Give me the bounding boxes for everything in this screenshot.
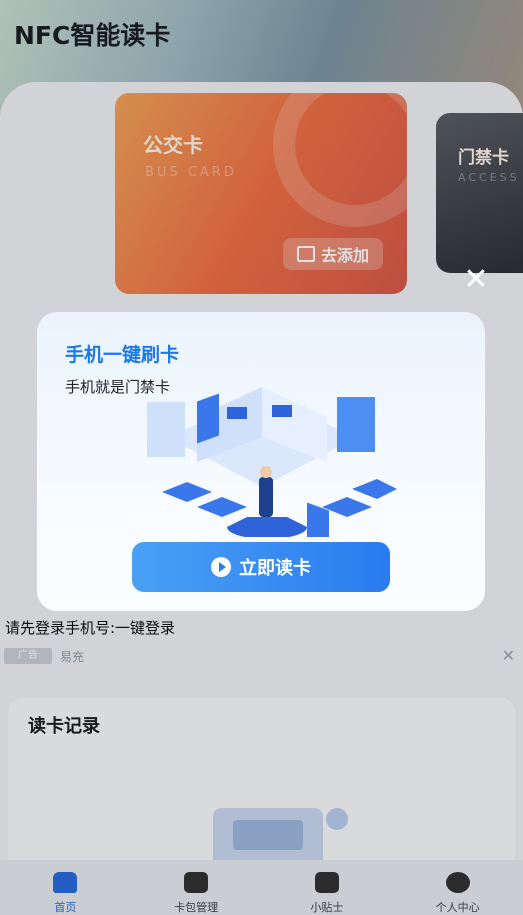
popup-title: 手机一键刷卡 (65, 344, 180, 366)
read-card-button[interactable]: 立即读卡 (132, 542, 390, 592)
read-card-label: 立即读卡 (239, 558, 311, 579)
close-icon[interactable]: ✕ (462, 265, 490, 295)
play-icon (211, 557, 231, 577)
access-illustration (147, 387, 397, 537)
read-card-popup: 手机一键刷卡 手机就是门禁卡 立即读卡 (37, 312, 485, 611)
